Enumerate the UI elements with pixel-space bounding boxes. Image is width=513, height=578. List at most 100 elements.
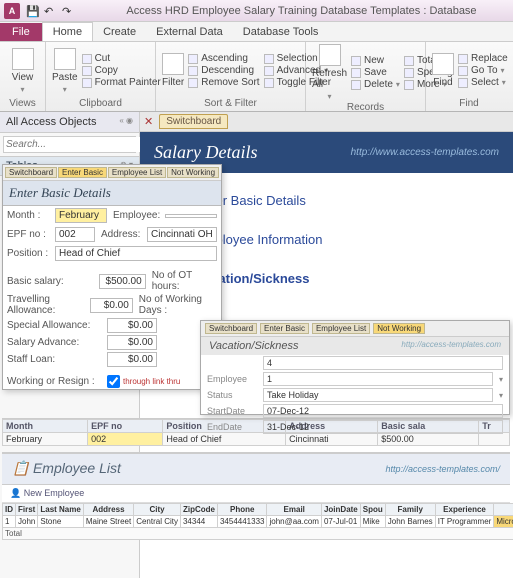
form-tab[interactable]: Enter Basic (58, 167, 107, 178)
emplist-header-row: ID First Last Name Address City ZipCode … (3, 504, 513, 516)
vacation-link[interactable]: http://access-templates.com (401, 340, 501, 349)
save-icon[interactable]: 💾 (26, 5, 38, 17)
month-label: Month : (7, 210, 55, 221)
ribbon: View▾ Views Paste▾ Cut Copy Format Paint… (0, 42, 513, 112)
col-month[interactable]: Month (3, 420, 88, 433)
vac-emp-label: Employee (207, 374, 257, 384)
vac-end-label: EndDate (207, 422, 257, 432)
ascending-button[interactable]: Ascending (188, 53, 259, 64)
month-field[interactable]: February (55, 208, 107, 223)
emplist-row[interactable]: 1 John Stone Maine Street Central City 3… (3, 516, 513, 528)
address-label: Address: (101, 229, 147, 240)
redo-icon[interactable]: ↷ (62, 5, 74, 17)
group-views: Views (6, 97, 39, 109)
vac-tab[interactable]: Employee List (312, 323, 370, 334)
delete-button[interactable]: Delete▾ (351, 79, 400, 90)
find-button[interactable]: Find (432, 44, 454, 97)
copy-button[interactable]: Copy (82, 65, 161, 76)
doc-tab-switchboard[interactable]: Switchboard (159, 114, 228, 129)
working-checkbox[interactable] (107, 375, 120, 388)
new-button[interactable]: New (351, 55, 400, 66)
employee-label: Employee: (113, 210, 165, 221)
emplist-total-row: Total (3, 528, 513, 540)
paste-button[interactable]: Paste▾ (52, 44, 78, 97)
quick-access-toolbar: 💾 ↶ ↷ (26, 5, 74, 17)
app-icon: A (4, 3, 20, 19)
descending-button[interactable]: Descending (188, 65, 259, 76)
select-button[interactable]: Select▾ (458, 77, 508, 88)
emplist-link[interactable]: http://access-templates.com/ (385, 464, 500, 474)
vac-start-label: StartDate (207, 406, 257, 416)
replace-button[interactable]: Replace (458, 53, 508, 64)
tab-create[interactable]: Create (93, 23, 146, 41)
cut-button[interactable]: Cut (82, 53, 161, 64)
group-clipboard: Clipboard (52, 97, 149, 109)
vac-tab[interactable]: Switchboard (205, 323, 257, 334)
nav-header[interactable]: All Access Objects« ◉ (0, 112, 139, 133)
vac-start-field[interactable]: 07-Dec-12 (263, 404, 503, 418)
emplist-title: 📋 Employee List (12, 460, 121, 478)
form-tab[interactable]: Employee List (108, 167, 166, 178)
working-resign-label: Working or Resign : (7, 376, 107, 387)
position-field[interactable]: Head of Chief (55, 246, 217, 261)
search-input[interactable] (4, 137, 142, 152)
format-painter-button[interactable]: Format Painter (82, 77, 161, 88)
group-find: Find (432, 97, 506, 109)
ribbon-tabs: File Home Create External Data Database … (0, 22, 513, 42)
col-epf[interactable]: EPF no (88, 420, 163, 433)
travel-allow-label: Travelling Allowance: (7, 294, 90, 316)
save-button[interactable]: Save (351, 67, 400, 78)
nav-search[interactable]: 🔍 (3, 136, 136, 153)
form-tabs: Switchboard Enter Basic Employee List No… (3, 165, 221, 181)
tab-database-tools[interactable]: Database Tools (233, 23, 329, 41)
salary-advance-label: Salary Advance: (7, 337, 107, 348)
vac-emp-field[interactable]: 1 (263, 372, 493, 386)
salary-advance-field[interactable]: $0.00 (107, 335, 157, 350)
header-link[interactable]: http://www.access-templates.com (351, 147, 499, 158)
employee-list: 📋 Employee List http://access-templates.… (2, 452, 510, 540)
form-tab[interactable]: Not Working (167, 167, 219, 178)
document-tabs: ✕ Switchboard (140, 112, 513, 132)
view-button[interactable]: View▾ (6, 44, 39, 97)
special-allow-label: Special Allowance: (7, 320, 107, 331)
vacation-title: Vacation/Sickness http://access-template… (201, 337, 509, 355)
emplist-toolbar: 👤 New Employee (2, 485, 510, 503)
vacation-form: Switchboard Enter Basic Employee List No… (200, 320, 510, 415)
filter-button[interactable]: Filter (162, 44, 184, 97)
epf-field[interactable]: 002 (55, 227, 95, 242)
new-employee-button[interactable]: 👤 New Employee (10, 488, 84, 498)
file-tab[interactable]: File (0, 23, 42, 41)
window-title: Access HRD Employee Salary Training Data… (94, 5, 509, 17)
staff-loan-label: Staff Loan: (7, 354, 107, 365)
special-allow-field[interactable]: $0.00 (107, 318, 157, 333)
employee-field[interactable] (165, 214, 217, 218)
vac-status-field[interactable]: Take Holiday (263, 388, 493, 402)
vac-status-label: Status (207, 390, 257, 400)
basic-salary-field[interactable]: $500.00 (99, 274, 146, 289)
close-icon[interactable]: ✕ (144, 115, 153, 128)
working-days-label: No of Working Days : (139, 294, 217, 316)
titlebar: A 💾 ↶ ↷ Access HRD Employee Salary Train… (0, 0, 513, 22)
vac-id-field[interactable]: 4 (263, 356, 503, 370)
enter-basic-form: Switchboard Enter Basic Employee List No… (2, 164, 222, 390)
refresh-all-button[interactable]: Refresh All▾ (312, 44, 347, 101)
vac-tab[interactable]: Not Working (373, 323, 425, 334)
staff-loan-field[interactable]: $0.00 (107, 352, 157, 367)
tab-external-data[interactable]: External Data (146, 23, 233, 41)
form-title: Enter Basic Details (3, 181, 221, 206)
position-label: Position : (7, 248, 55, 259)
travel-allow-field[interactable]: $0.00 (90, 298, 133, 313)
remove-sort-button[interactable]: Remove Sort (188, 77, 259, 88)
vac-end-field[interactable]: 31-Dec-12 (263, 420, 503, 434)
working-link[interactable]: through link thru (123, 377, 180, 386)
form-tab[interactable]: Switchboard (5, 167, 57, 178)
vac-tab[interactable]: Enter Basic (260, 323, 309, 334)
group-sort-filter: Sort & Filter (162, 97, 299, 109)
goto-button[interactable]: Go To▾ (458, 65, 508, 76)
form-title: Salary Details (154, 142, 258, 163)
epf-label: EPF no : (7, 229, 55, 240)
undo-icon[interactable]: ↶ (44, 5, 56, 17)
tab-home[interactable]: Home (42, 22, 93, 41)
basic-salary-label: Basic salary: (7, 276, 99, 287)
address-field[interactable]: Cincinnati OH (147, 227, 217, 242)
